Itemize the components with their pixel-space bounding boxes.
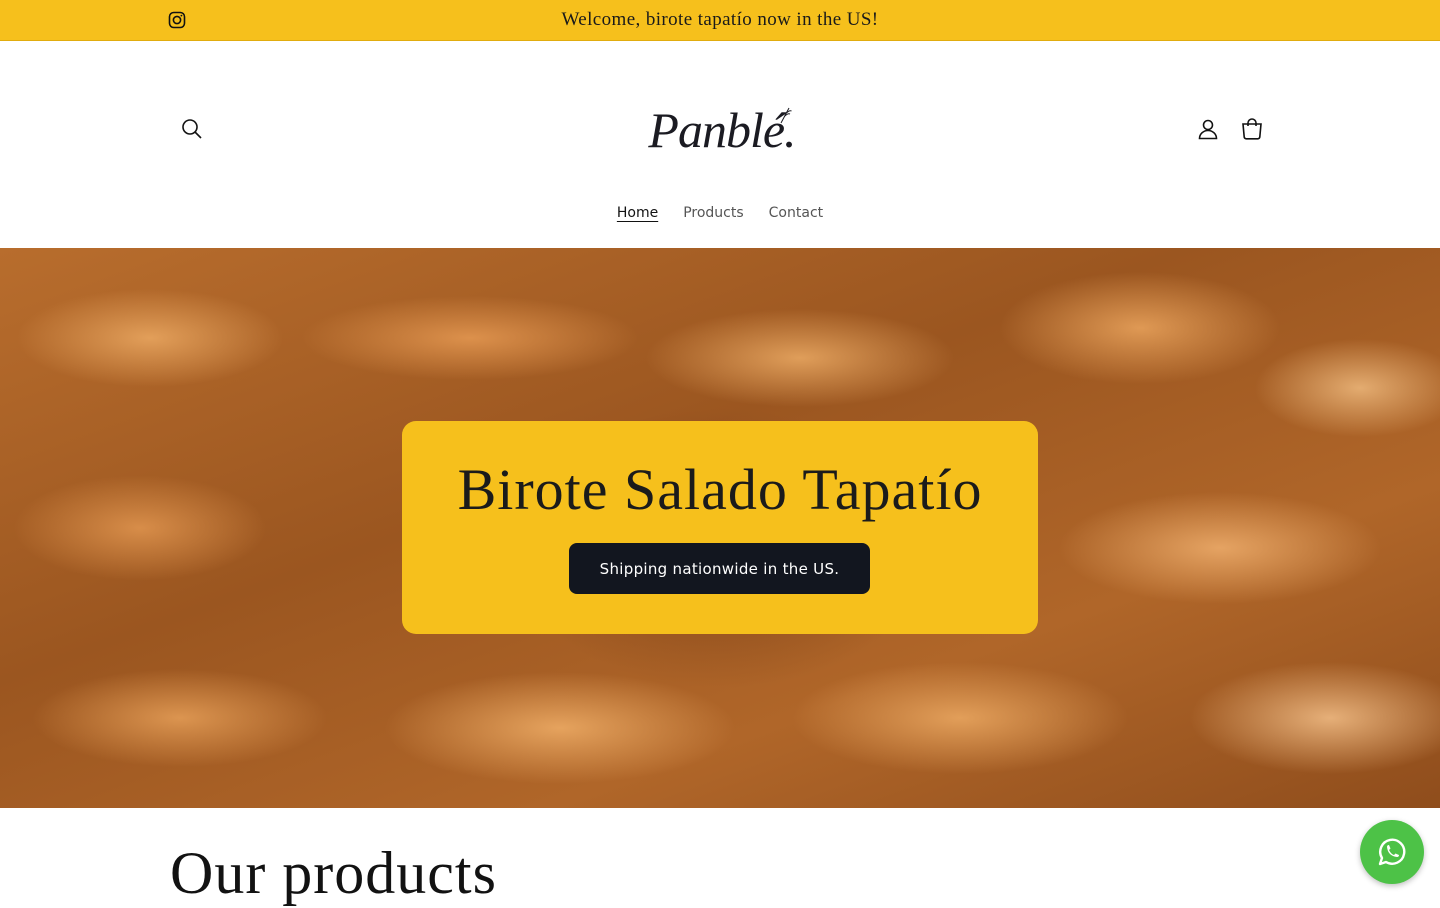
site-logo[interactable]: Panblé. [620,95,820,165]
instagram-icon[interactable] [168,11,186,29]
whatsapp-icon[interactable] [1360,820,1424,884]
nav-item-home[interactable]: Home [617,203,658,231]
account-icon[interactable] [1192,113,1224,145]
nav-item-products[interactable]: Products [683,203,743,231]
announcement-text: Welcome, birote tapatío now in the US! [561,9,879,30]
products-heading: Our products [170,840,497,906]
wheat-icon [780,107,792,124]
shipping-button[interactable]: Shipping nationwide in the US. [569,543,870,594]
main-nav: Home Products Contact [0,203,1440,231]
search-icon[interactable] [176,113,208,145]
hero-banner: Birote Salado Tapatío Shipping nationwid… [0,248,1440,808]
hero-card: Birote Salado Tapatío Shipping nationwid… [402,421,1038,634]
site-header: Panblé. Home Products Contact [0,41,1440,247]
announcement-bar: Welcome, birote tapatío now in the US! [0,0,1440,41]
nav-item-contact[interactable]: Contact [769,203,823,231]
logo-text: Panblé. [648,102,796,158]
hero-title: Birote Salado Tapatío [457,457,983,522]
cart-icon[interactable] [1236,113,1268,145]
